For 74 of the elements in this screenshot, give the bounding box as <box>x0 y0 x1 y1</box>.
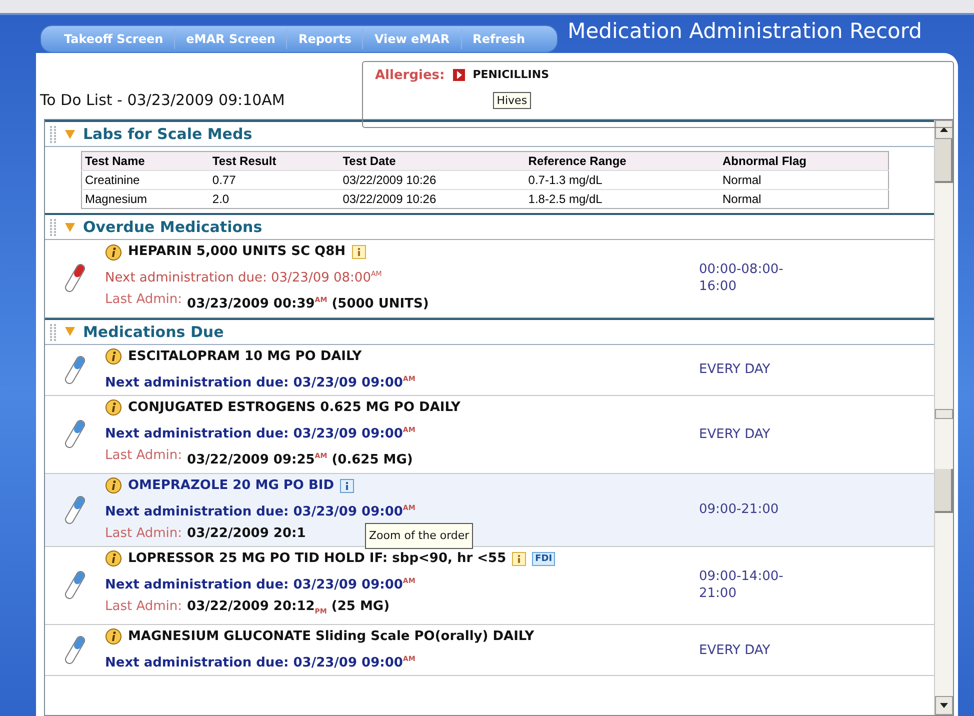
medication-name: MAGNESIUM GLUCONATE Sliding Scale PO(orally) DAILY <box>128 628 534 646</box>
section-title: Labs for Scale Meds <box>83 125 252 143</box>
last-admin-label: Last Admin: <box>105 447 182 466</box>
grip-icon[interactable] <box>49 322 57 341</box>
next-due-text: Next administration due: 03/23/09 08:00$^{AM}$ <box>105 269 383 288</box>
allergy-name: PENICILLINS <box>472 68 549 81</box>
last-admin-label: Last Admin: <box>105 291 182 310</box>
column-header: Test Name <box>82 152 210 170</box>
fdi-badge[interactable]: FDI <box>532 552 556 566</box>
schedule-text: 00:00-08:00-16:00 <box>699 261 784 296</box>
column-header: Test Date <box>340 152 526 170</box>
last-admin-value: 03/22/2009 20:12$_{PM}$ (25 MG) <box>187 598 390 618</box>
table-cell: Creatinine <box>82 170 210 190</box>
medication-row[interactable]: ESCITALOPRAM 10 MG PO DAILY Next administration due: 03/23/09 09:00$^{AM}$ EVERY DAY <box>45 344 934 396</box>
schedule-text: EVERY DAY <box>699 642 772 659</box>
column-header: Abnormal Flag <box>720 152 888 170</box>
next-due-text: Next administration due: 03/23/09 09:00$^{AM}$ <box>105 374 416 392</box>
last-admin-label: Last Admin: <box>105 524 182 543</box>
scrollbar-thumb[interactable] <box>935 469 953 513</box>
info-icon[interactable] <box>105 477 122 494</box>
info-icon[interactable] <box>105 244 122 260</box>
last-admin-label: Last Admin: <box>105 598 182 616</box>
next-due-text: Next administration due: 03/23/09 09:00$^{AM}$ <box>105 502 416 521</box>
scroll-down-button[interactable] <box>935 696 953 715</box>
info-icon[interactable] <box>105 628 122 646</box>
table-cell: 0.77 <box>209 170 340 190</box>
next-due-text: Next administration due: 03/23/09 09:00$^{AM}$ <box>105 576 416 594</box>
schedule-text: 09:00-21:00 <box>699 501 780 518</box>
section-header[interactable]: Labs for Scale Meds <box>45 120 934 147</box>
info-icon[interactable] <box>512 552 526 566</box>
medication-name: HEPARIN 5,000 UNITS SC Q8H <box>128 243 346 261</box>
table-cell: 1.8-2.5 mg/dL <box>525 190 720 208</box>
column-header: Reference Range <box>525 152 720 170</box>
scroll-up-arrow-icon <box>940 127 948 132</box>
table-cell: Magnesium <box>82 190 210 208</box>
schedule-text: EVERY DAY <box>699 426 772 443</box>
table-cell: 03/22/2009 10:26 <box>340 190 526 208</box>
grip-icon[interactable] <box>49 125 57 143</box>
medication-name: LOPRESSOR 25 MG PO TID HOLD IF: sbp<90, hr <55 <box>128 550 506 568</box>
info-icon[interactable] <box>340 478 354 493</box>
section-title: Medications Due <box>83 322 224 341</box>
next-due-text: Next administration due: 03/23/09 09:00$^{AM}$ <box>105 654 416 672</box>
table-cell: Normal <box>720 170 888 190</box>
info-icon[interactable] <box>352 245 366 259</box>
tooltip: Zoom of the order <box>365 522 474 549</box>
medication-name: ESCITALOPRAM 10 MG PO DAILY <box>128 348 362 366</box>
tooltip: Hives <box>492 92 532 109</box>
last-admin-value: 03/22/2009 09:25$^{AM}$ (0.625 MG) <box>187 451 413 470</box>
medication-row[interactable]: OMEPRAZOLE 20 MG PO BID Next administration due: 03/23/09 09:00$^{AM}$ Last Admin: 03/22/2009 20:1 Zoom of the order 09:00-21:00 <box>45 474 934 547</box>
window-title: Medication Administration Record <box>568 18 922 43</box>
column-header: Test Result <box>209 152 340 170</box>
scroll-up-button[interactable] <box>935 120 953 139</box>
splitter-handle[interactable] <box>935 409 953 419</box>
info-icon[interactable] <box>105 399 122 416</box>
info-icon[interactable] <box>105 348 122 366</box>
schedule-text: 09:00-14:00-21:00 <box>699 568 784 602</box>
next-due-text: Next administration due: 03/23/09 09:00$^{AM}$ <box>105 424 416 444</box>
table-cell: Normal <box>720 190 888 208</box>
medication-name: CONJUGATED ESTROGENS 0.625 MG PO DAILY <box>128 398 460 417</box>
todo-title: To Do List - 03/23/2009 09:10AM <box>39 90 286 109</box>
table-cell: 0.7-1.3 mg/dL <box>525 170 720 190</box>
medication-name: OMEPRAZOLE 20 MG PO BID <box>128 476 334 495</box>
scroll-down-arrow-icon <box>940 703 948 708</box>
allergies-label: Allergies: <box>375 68 445 83</box>
table-cell: 03/22/2009 10:26 <box>340 170 526 190</box>
alert-icon[interactable] <box>452 68 465 80</box>
schedule-text: EVERY DAY <box>699 361 772 378</box>
grip-icon[interactable] <box>49 218 57 236</box>
section-title: Overdue Medications <box>83 218 262 236</box>
info-icon[interactable] <box>105 550 122 568</box>
table-cell: 2.0 <box>209 190 340 208</box>
last-admin-value: 03/23/2009 00:39$^{AM}$ (5000 UNITS) <box>187 295 429 314</box>
scrollbar-thumb[interactable] <box>935 139 953 183</box>
last-admin-value: 03/22/2009 20:1 <box>187 524 306 543</box>
